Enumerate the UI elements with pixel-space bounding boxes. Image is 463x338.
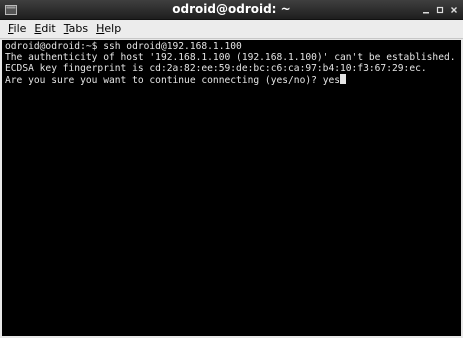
maximize-button[interactable]	[435, 4, 445, 16]
window-title: odroid@odroid: ~	[172, 2, 291, 16]
close-button[interactable]	[449, 4, 459, 16]
terminal-output-area[interactable]: odroid@odroid:~$ ssh odroid@192.168.1.10…	[2, 40, 461, 336]
menu-bar: File Edit Tabs Help	[0, 20, 463, 39]
prompt-text: Are you sure you want to continue connec…	[5, 75, 323, 86]
terminal-window: odroid@odroid: ~ File Edit Tabs Help odr…	[0, 0, 463, 338]
window-controls	[417, 2, 459, 18]
title-bar[interactable]: odroid@odroid: ~	[0, 0, 463, 20]
minimize-button[interactable]	[421, 4, 431, 16]
menu-tabs[interactable]: Tabs	[60, 21, 92, 37]
terminal-line-authenticity: The authenticity of host '192.168.1.100 …	[5, 52, 456, 63]
terminal-line-command: odroid@odroid:~$ ssh odroid@192.168.1.10…	[5, 41, 242, 52]
menu-file-label: ile	[13, 22, 27, 35]
menu-help-label: elp	[104, 22, 122, 35]
menu-help[interactable]: Help	[92, 21, 125, 37]
minimize-icon	[423, 12, 429, 14]
text-cursor	[340, 74, 347, 84]
maximize-icon	[436, 6, 444, 14]
menu-tabs-label: abs	[68, 22, 89, 35]
menu-edit[interactable]: Edit	[30, 21, 59, 37]
menu-file[interactable]: File	[4, 21, 30, 37]
close-icon	[451, 7, 457, 13]
typed-input: yes	[322, 75, 341, 86]
terminal-app-icon[interactable]	[5, 5, 17, 15]
terminal-line-prompt: Are you sure you want to continue connec…	[5, 74, 459, 86]
menu-edit-label: dit	[41, 22, 56, 35]
terminal-line-fingerprint: ECDSA key fingerprint is cd:2a:82:ee:59:…	[5, 63, 427, 74]
